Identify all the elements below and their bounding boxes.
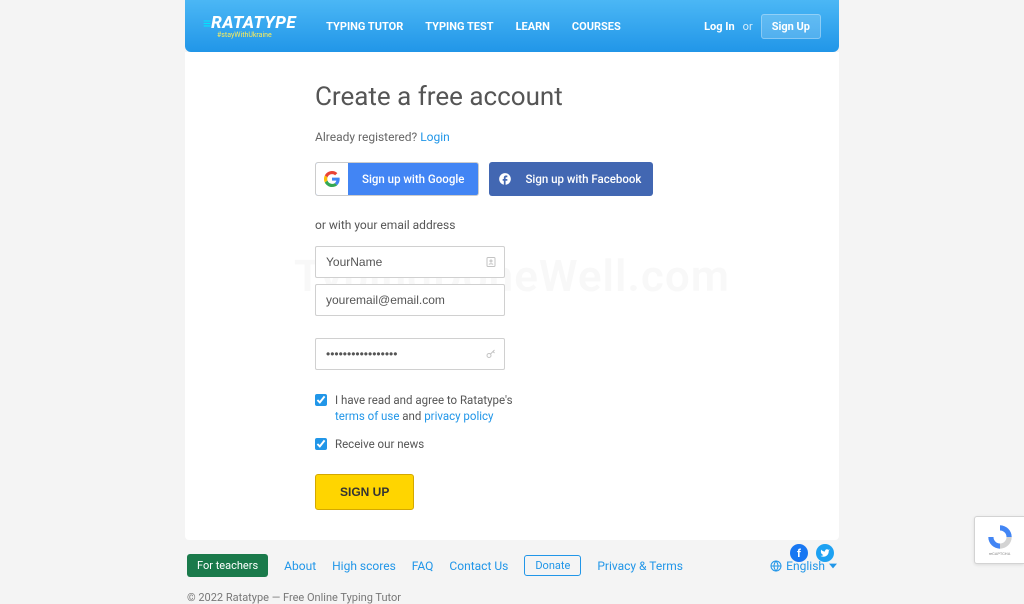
footer-nav: For teachers About High scores FAQ Conta… bbox=[185, 554, 839, 577]
logo-tagline: #stayWithUkraine bbox=[217, 31, 296, 39]
logo-text: RATATYPE bbox=[211, 13, 296, 33]
signup-submit-button[interactable]: SIGN UP bbox=[315, 474, 414, 510]
copyright-text: © 2022 Ratatype — Free Online Typing Tut… bbox=[185, 591, 839, 604]
logo-stripes-icon: ≡ bbox=[203, 15, 209, 32]
contact-card-icon bbox=[485, 256, 497, 268]
google-icon bbox=[316, 163, 348, 195]
signup-card: Create a free account Already registered… bbox=[185, 52, 839, 540]
news-checkbox-row[interactable]: Receive our news bbox=[315, 436, 695, 452]
footer-social-icons: f bbox=[790, 544, 834, 562]
facebook-icon bbox=[489, 162, 521, 196]
google-signup-label: Sign up with Google bbox=[348, 172, 478, 186]
twitter-link-icon[interactable] bbox=[816, 544, 834, 562]
facebook-link-icon[interactable]: f bbox=[790, 544, 808, 562]
logo[interactable]: ≡RATATYPE #stayWithUkraine bbox=[203, 13, 296, 39]
nav-learn[interactable]: LEARN bbox=[516, 20, 550, 33]
globe-icon bbox=[770, 560, 782, 572]
name-input[interactable] bbox=[315, 246, 505, 278]
terms-text: I have read and agree to Ratatype's term… bbox=[335, 392, 513, 424]
footer-privacy-terms[interactable]: Privacy & Terms bbox=[597, 559, 683, 573]
auth-or: or bbox=[743, 20, 753, 33]
page-title: Create a free account bbox=[315, 82, 695, 112]
footer-faq[interactable]: FAQ bbox=[412, 559, 434, 573]
facebook-signup-label: Sign up with Facebook bbox=[521, 172, 653, 186]
nav-typing-tutor[interactable]: TYPING TUTOR bbox=[326, 20, 403, 33]
login-link-inline[interactable]: Login bbox=[420, 130, 450, 144]
or-email-label: or with your email address bbox=[315, 218, 695, 232]
terms-of-use-link[interactable]: terms of use bbox=[335, 409, 399, 423]
terms-checkbox[interactable] bbox=[315, 394, 327, 406]
signup-header-button[interactable]: Sign Up bbox=[761, 14, 821, 39]
nav-typing-test[interactable]: TYPING TEST bbox=[425, 20, 493, 33]
nav-courses[interactable]: COURSES bbox=[572, 20, 621, 33]
key-icon bbox=[485, 348, 497, 360]
donate-button[interactable]: Donate bbox=[524, 555, 581, 576]
recaptcha-icon bbox=[987, 524, 1013, 550]
google-signup-button[interactable]: Sign up with Google bbox=[315, 162, 479, 196]
email-input[interactable] bbox=[315, 284, 505, 316]
recaptcha-badge[interactable]: reCAPTCHA bbox=[974, 516, 1024, 564]
facebook-signup-button[interactable]: Sign up with Facebook bbox=[489, 162, 653, 196]
footer-high-scores[interactable]: High scores bbox=[332, 559, 396, 573]
news-label: Receive our news bbox=[335, 436, 424, 452]
recaptcha-label: reCAPTCHA bbox=[989, 551, 1011, 556]
terms-checkbox-row[interactable]: I have read and agree to Ratatype's term… bbox=[315, 392, 695, 424]
already-registered: Already registered? Login bbox=[315, 130, 695, 144]
login-link[interactable]: Log In bbox=[704, 20, 735, 33]
auth-area: Log In or Sign Up bbox=[704, 14, 821, 39]
primary-nav: TYPING TUTOR TYPING TEST LEARN COURSES bbox=[326, 20, 621, 33]
for-teachers-button[interactable]: For teachers bbox=[187, 554, 268, 577]
footer-contact[interactable]: Contact Us bbox=[449, 559, 508, 573]
news-checkbox[interactable] bbox=[315, 438, 327, 450]
password-input[interactable] bbox=[315, 338, 505, 370]
chevron-down-icon bbox=[829, 562, 837, 570]
privacy-policy-link[interactable]: privacy policy bbox=[424, 409, 493, 423]
footer-about[interactable]: About bbox=[284, 559, 316, 573]
already-prefix: Already registered? bbox=[315, 130, 420, 144]
main-header: ≡RATATYPE #stayWithUkraine TYPING TUTOR … bbox=[185, 0, 839, 52]
